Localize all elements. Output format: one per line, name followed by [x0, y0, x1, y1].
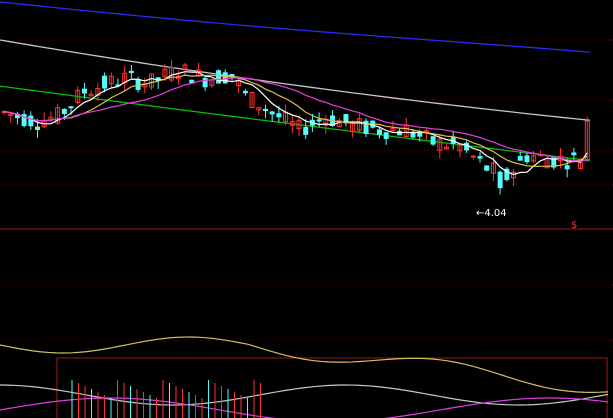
grid-lines: [0, 39, 613, 341]
candle-body-5: [35, 126, 41, 130]
candle-body-56: [376, 129, 382, 135]
candle-body-32: [216, 70, 222, 84]
ma-mid-2-line: [3, 77, 588, 162]
candle-body-19: [128, 70, 134, 74]
marker-symbol: $: [571, 220, 577, 231]
candle-body-74: [497, 171, 503, 189]
candle-body-84: [564, 165, 570, 170]
candles: [1, 59, 590, 195]
candle-body-9: [61, 108, 67, 115]
candle-body-4: [28, 115, 34, 127]
candle-body-39: [262, 108, 268, 112]
long-moving-averages: [0, 1, 591, 162]
ma-long-1-line: [0, 85, 591, 162]
low-price-label: ←4.04: [476, 208, 507, 219]
candle-body-70: [470, 155, 476, 158]
candle-body-10: [68, 106, 74, 109]
candle-body-34: [229, 73, 235, 77]
candle-body-36: [242, 90, 248, 94]
lower-indicator-panel: [0, 336, 609, 418]
candle-body-78: [524, 155, 530, 163]
ma-short-line: [3, 71, 588, 176]
candle-body-33: [222, 72, 228, 84]
candle-body-41: [276, 113, 282, 118]
candle-body-47: [316, 119, 322, 122]
candle-body-64: [430, 136, 436, 145]
candle-body-72: [484, 165, 490, 171]
lower-panel-frame: [56, 357, 608, 418]
candle-body-57: [383, 132, 389, 139]
candlestick-chart: ←4.04 $: [0, 1, 613, 418]
candle-body-71: [477, 156, 483, 159]
ma-long-3-line: [0, 1, 591, 53]
ma-long-2-line: [0, 39, 591, 121]
candle-body-40: [269, 111, 275, 115]
candle-body-12: [81, 88, 87, 94]
ma-mid-1-line: [3, 74, 588, 168]
short-moving-averages: [3, 71, 588, 176]
candle-body-45: [303, 127, 309, 135]
candle-body-85: [571, 152, 577, 156]
candle-body-15: [102, 75, 108, 89]
lower-band-upper: [0, 336, 609, 393]
candle-body-28: [189, 79, 195, 84]
candle-body-77: [517, 155, 523, 161]
